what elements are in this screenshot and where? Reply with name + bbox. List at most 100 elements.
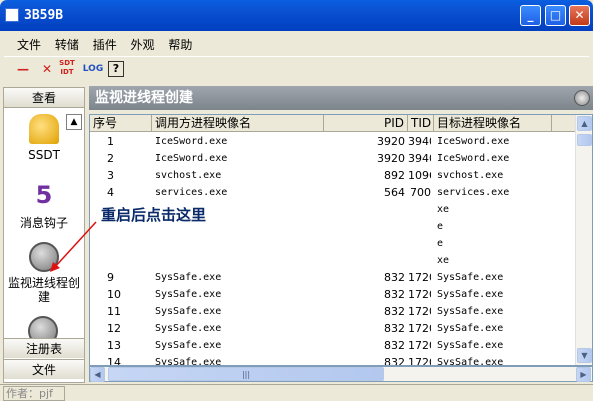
table-cell: 1720 (408, 322, 431, 335)
scroll-right-button[interactable]: ▶ (576, 367, 591, 382)
maximize-button[interactable]: □ (545, 5, 566, 26)
column-header-caller[interactable]: 调用方进程映像名 (152, 115, 324, 132)
table-cell: SysSafe.exe (437, 340, 504, 351)
table-cell: svchost.exe (155, 170, 222, 181)
menu-appearance[interactable]: 外观 (126, 33, 160, 56)
scroll-up-button[interactable]: ▲ (577, 116, 592, 131)
table-cell: 1720 (408, 339, 431, 352)
table-cell: e (437, 238, 444, 249)
table-row[interactable]: xe (90, 252, 576, 269)
left-panel: 查看 ▲ SSDT 5 消息钩子 监视进线程创建 注册表 文件 (3, 87, 85, 383)
panel-footer-file[interactable]: 文件 (4, 359, 84, 379)
menu-file[interactable]: 文件 (12, 33, 46, 56)
table-cell: IceSword.exe (437, 136, 510, 147)
table-cell: xe (437, 204, 450, 215)
table-row[interactable]: 9 SysSafe.exe 8321720 SysSafe.exe (90, 269, 576, 286)
table-cell: services.exe (437, 187, 510, 198)
table-row[interactable]: 13 SysSafe.exe 8321720 SysSafe.exe (90, 337, 576, 354)
table-row[interactable]: 11 SysSafe.exe 8321720 SysSafe.exe (90, 303, 576, 320)
table-cell: IceSword.exe (437, 153, 510, 164)
table-cell: 1720 (408, 356, 431, 366)
table-row[interactable]: 3 svchost.exe 8921096 svchost.exe (90, 167, 576, 184)
table-cell: SysSafe.exe (155, 306, 222, 317)
vertical-scrollbar[interactable]: ▲ ▼ (575, 115, 592, 365)
column-header-tid[interactable]: TID (408, 115, 434, 132)
table-row[interactable]: e (90, 235, 576, 252)
sidebar-item-ssdt[interactable]: SSDT (4, 114, 84, 162)
table-cell: SysSafe.exe (437, 323, 504, 334)
table-cell: 1720 (408, 288, 431, 301)
table-cell: 832 (384, 356, 405, 366)
monitor-icon (29, 242, 59, 272)
log-icon[interactable]: LOG (82, 59, 104, 79)
sdt-idt-icon[interactable]: SDT IDT (58, 59, 76, 79)
table-cell: 4 (107, 186, 114, 199)
table-cell: xe (437, 255, 450, 266)
table-cell: 1 (107, 135, 114, 148)
close-button[interactable]: ✕ (569, 5, 590, 26)
table-row[interactable]: 10 SysSafe.exe 8321720 SysSafe.exe (90, 286, 576, 303)
sidebar-item-monitor[interactable]: 监视进线程创建 (4, 242, 84, 304)
annotation-text: 重启后点击这里 (101, 206, 207, 224)
table-cell: 564 (384, 186, 405, 199)
title-bar: 3B59B _ □ ✕ (0, 0, 593, 31)
main-title: 监视进线程创建 (89, 86, 593, 110)
main-title-text: 监视进线程创建 (95, 90, 193, 106)
scroll-left-button[interactable]: ◀ (90, 367, 105, 382)
table-cell: 9 (107, 271, 114, 284)
author-label: 作者：pjf (3, 386, 65, 401)
column-header-pid[interactable]: PID (324, 115, 408, 132)
main-panel: 监视进线程创建 序号 调用方进程映像名 PID TID 目标进程映像名 1 Ice… (89, 86, 593, 384)
table-cell: 1096 (408, 169, 431, 182)
column-header-index[interactable]: 序号 (90, 115, 152, 132)
toolbar: — ✕ SDT IDT LOG ? (4, 56, 589, 80)
table-cell: SysSafe.exe (155, 340, 222, 351)
table-cell: 3940 (408, 135, 431, 148)
minimize-button[interactable]: _ (520, 5, 541, 26)
table-cell: SysSafe.exe (155, 323, 222, 334)
sidebar-item-label: 监视进线程创建 (7, 276, 80, 304)
help-icon[interactable]: ? (108, 61, 124, 77)
scroll-down-button[interactable]: ▼ (577, 348, 592, 363)
table-row[interactable]: 2 IceSword.exe 39203940 IceSword.exe (90, 150, 576, 167)
horizontal-scrollbar[interactable]: ◀ ||| ▶ (89, 366, 593, 382)
status-bar: 作者：pjf (0, 384, 593, 401)
panel-toggle-icon[interactable] (574, 90, 590, 106)
table-cell: IceSword.exe (155, 136, 228, 147)
process-table: 序号 调用方进程映像名 PID TID 目标进程映像名 1 IceSword.ex… (89, 114, 593, 366)
menu-help[interactable]: 帮助 (163, 33, 197, 56)
menu-dump[interactable]: 转储 (50, 33, 84, 56)
table-cell: 700 (410, 186, 431, 199)
delete-icon[interactable]: ✕ (36, 59, 58, 79)
table-cell: 14 (107, 356, 121, 366)
menu-plugins[interactable]: 插件 (88, 33, 122, 56)
table-cell: 11 (107, 305, 121, 318)
table-cell: 832 (384, 305, 405, 318)
table-cell: 13 (107, 339, 121, 352)
table-header: 序号 调用方进程映像名 PID TID 目标进程映像名 (90, 115, 576, 132)
menu-bar: 文件 转储 插件 外观 帮助 (4, 33, 589, 53)
panel-footer-registry[interactable]: 注册表 (4, 338, 84, 358)
table-cell: 12 (107, 322, 121, 335)
table-row[interactable]: 12 SysSafe.exe 8321720 SysSafe.exe (90, 320, 576, 337)
column-header-target[interactable]: 目标进程映像名 (434, 115, 552, 132)
window-title: 3B59B (24, 8, 64, 23)
scroll-thumb[interactable] (577, 134, 592, 146)
table-cell: 832 (384, 288, 405, 301)
sidebar-item-hooks[interactable]: 5 消息钩子 (4, 180, 84, 231)
minus-icon[interactable]: — (12, 59, 34, 79)
table-cell: 2 (107, 152, 114, 165)
table-cell: SysSafe.exe (155, 272, 222, 283)
bell-icon (29, 114, 59, 144)
panel-header-view[interactable]: 查看 (4, 88, 84, 108)
table-row[interactable]: 14 SysSafe.exe 8321720 SysSafe.exe (90, 354, 576, 366)
table-row[interactable]: 4 services.exe 564 700 services.exe (90, 184, 576, 201)
hook-icon: 5 (29, 180, 59, 210)
table-cell: 3920 (377, 152, 405, 165)
sidebar-item-label: SSDT (28, 148, 60, 162)
table-cell: SysSafe.exe (155, 289, 222, 300)
scroll-thumb-horizontal[interactable]: ||| (108, 367, 384, 381)
table-row[interactable]: 1 IceSword.exe 39203940 IceSword.exe (90, 133, 576, 150)
sidebar-item-label: 消息钩子 (19, 216, 68, 230)
table-cell: 832 (384, 322, 405, 335)
